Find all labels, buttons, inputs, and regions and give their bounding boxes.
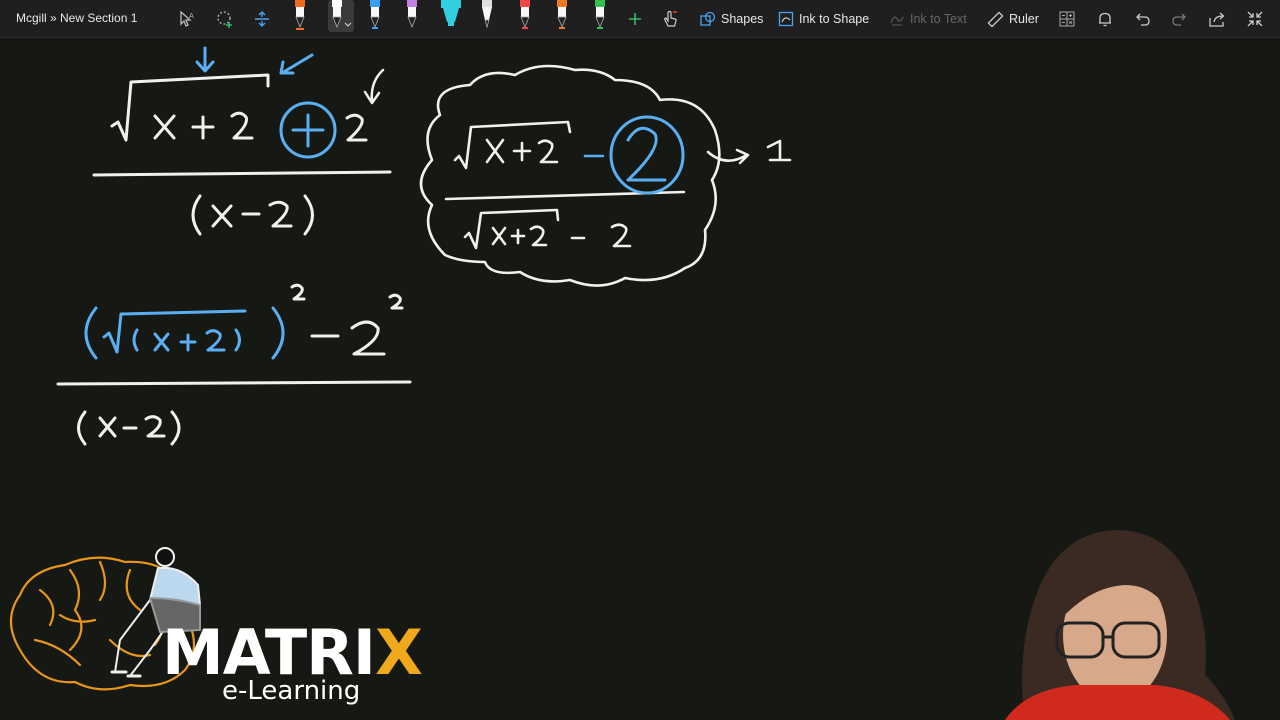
ink-to-shape-icon (778, 11, 794, 27)
ink-to-shape-label: Ink to Shape (799, 12, 870, 26)
undo-icon[interactable] (1131, 8, 1153, 30)
shapes-button[interactable]: Shapes (700, 8, 763, 30)
ruler-icon (987, 11, 1004, 27)
equation-two-white (56, 283, 412, 446)
ink-to-text-label: Ink to Text (910, 12, 967, 26)
cloud-expression (419, 64, 792, 287)
logo-tagline: e-Learning (222, 676, 361, 706)
webcam-presenter (1005, 530, 1235, 720)
pen-blue-icon[interactable] (367, 0, 383, 32)
highlighter-cyan-icon[interactable] (438, 0, 464, 32)
matrix-logo-text: MATRIX (162, 622, 423, 684)
ink-to-text-icon (890, 16, 904, 26)
lasso-select-icon[interactable]: A (176, 8, 198, 30)
pen-green-icon[interactable] (592, 0, 608, 32)
pen-white-icon[interactable] (328, 0, 354, 32)
touch-drawing-icon[interactable] (659, 8, 681, 30)
redo-icon[interactable] (1169, 8, 1191, 30)
add-pen-icon[interactable] (624, 8, 646, 30)
onenote-toolbar: Mcgill » New Section 1 A Shapes Ink to S… (0, 0, 1280, 38)
pen-gray-icon[interactable] (479, 0, 495, 32)
ruler-label: Ruler (1009, 12, 1039, 26)
equation-two-blue (84, 306, 285, 360)
ink-to-shape-button[interactable]: Ink to Shape (778, 8, 869, 30)
ruler-button[interactable]: Ruler (987, 8, 1039, 30)
breadcrumb[interactable]: Mcgill » New Section 1 (16, 11, 137, 25)
arrow-white (363, 68, 385, 105)
svg-text:A: A (189, 12, 194, 20)
notifications-bell-icon[interactable] (1094, 8, 1116, 30)
equation-one (92, 73, 392, 236)
equation-one-annotations (195, 46, 337, 159)
lasso-add-icon[interactable] (214, 8, 236, 30)
exit-fullscreen-icon[interactable] (1244, 8, 1266, 30)
pen-orange-icon[interactable] (292, 0, 308, 32)
shapes-label: Shapes (721, 12, 764, 26)
pen-orange2-icon[interactable] (554, 0, 570, 32)
pen-purple-icon[interactable] (404, 0, 420, 32)
math-icon[interactable] (1056, 8, 1078, 30)
cloud-annotations (609, 115, 685, 195)
ink-to-text-button[interactable]: Ink to Text (889, 8, 967, 30)
insert-space-icon[interactable] (251, 8, 273, 30)
pen-red-icon[interactable] (517, 0, 533, 32)
share-icon[interactable] (1206, 8, 1228, 30)
logo-x-text: X (374, 616, 423, 689)
shapes-icon (700, 11, 716, 26)
